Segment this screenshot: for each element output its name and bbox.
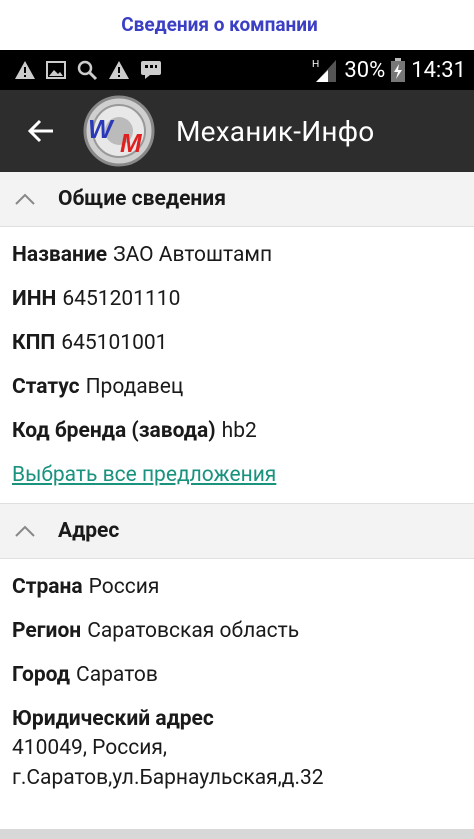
section-address-header[interactable]: Адрес: [0, 503, 474, 559]
legal-address-line2: г.Саратов,ул.Барнаульская,д.32: [12, 766, 324, 790]
battery-icon: [391, 58, 406, 82]
field-label: Страна: [12, 575, 83, 599]
field-value: Продавец: [85, 375, 184, 399]
image-icon: [46, 61, 66, 79]
field-value: Саратов: [76, 663, 158, 687]
field-label: Статус: [12, 375, 80, 399]
warning-icon: [15, 61, 35, 79]
legal-address-line1: 410049, Россия,: [12, 736, 168, 760]
company-details: Общие сведения Название ЗАО Автоштамп ИНН…: [0, 172, 474, 793]
field-label: Регион: [12, 619, 82, 643]
clock: 14:31: [411, 57, 466, 83]
status-bar: H 30% 14:31: [0, 50, 474, 90]
screenshot-caption: Сведения о компании: [0, 0, 474, 48]
city-row: Город Саратов: [0, 653, 474, 697]
field-label: Город: [12, 663, 71, 687]
message-icon: [141, 61, 161, 79]
back-arrow-icon[interactable]: [26, 116, 56, 146]
field-label: Название: [12, 243, 108, 267]
name-row: Название ЗАО Автоштамп: [0, 233, 474, 277]
section-title: Адрес: [58, 519, 120, 543]
search-icon: [77, 60, 98, 81]
inn-row: ИНН 6451201110: [0, 277, 474, 321]
region-row: Регион Саратовская область: [0, 609, 474, 653]
app-bar: W M Механик-Инфо: [0, 90, 474, 172]
legal-address: Юридический адрес 410049, Россия, г.Сара…: [0, 707, 474, 793]
field-value: Россия: [88, 575, 160, 599]
field-label: КПП: [12, 331, 56, 355]
warning-icon: [109, 61, 129, 79]
status-row: Статус Продавец: [0, 365, 474, 409]
app-title: Механик-Инфо: [176, 114, 375, 148]
brand-row: Код бренда (завода) hb2: [0, 409, 474, 453]
svg-text:M: M: [120, 128, 143, 158]
section-general-header[interactable]: Общие сведения: [0, 172, 474, 227]
field-value: ЗАО Автоштамп: [113, 243, 273, 267]
select-all-offers-link[interactable]: Выбрать все предложения: [0, 453, 474, 497]
country-row: Страна Россия: [0, 565, 474, 609]
battery-percent: 30%: [344, 57, 386, 83]
signal-icon: H: [312, 59, 337, 82]
bottom-edge: [0, 829, 474, 839]
kpp-row: КПП 645101001: [0, 321, 474, 365]
app-logo: W M: [83, 95, 155, 167]
field-label: Юридический адрес: [12, 707, 214, 731]
field-value: Саратовская область: [87, 619, 300, 643]
field-label: ИНН: [12, 287, 57, 311]
field-label: Код бренда (завода): [12, 419, 216, 443]
section-title: Общие сведения: [58, 187, 226, 211]
svg-text:W: W: [88, 114, 115, 144]
field-value: 6451201110: [62, 287, 181, 311]
svg-text:H: H: [312, 59, 319, 70]
chevron-up-icon[interactable]: [14, 524, 36, 538]
caption-text: Сведения о компании: [121, 12, 318, 36]
field-value: 645101001: [61, 331, 168, 355]
field-value: hb2: [221, 419, 257, 443]
chevron-up-icon[interactable]: [14, 192, 36, 206]
